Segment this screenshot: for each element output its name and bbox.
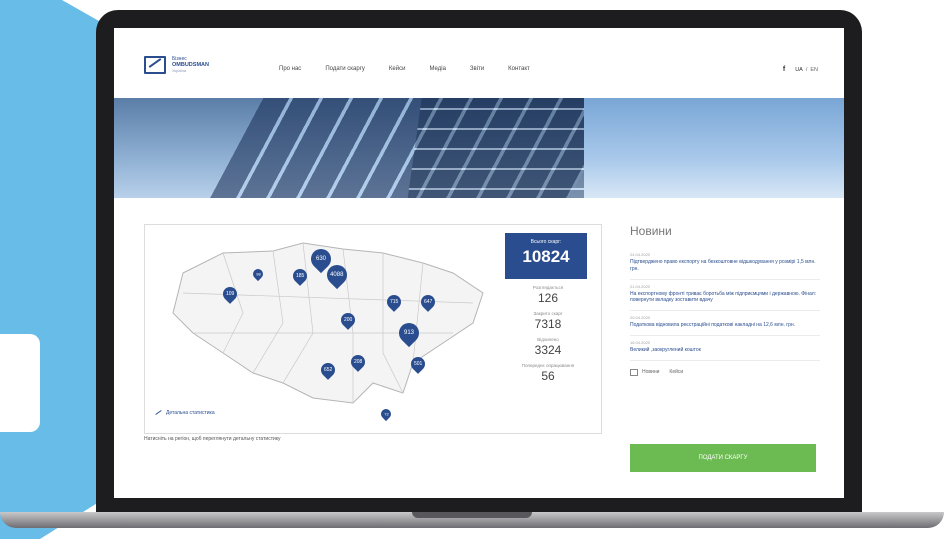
detailed-statistics-link[interactable]: Детальна статистика	[155, 409, 215, 416]
site-header: Бізнес OMBUDSMAN Україна Про нас Подати …	[114, 28, 844, 98]
news-date: 20.04.2020	[630, 315, 651, 320]
news-text[interactable]: Підтверджено право експорту на безкоштов…	[630, 259, 820, 273]
banner-glass-facade-2	[406, 98, 602, 198]
news-text[interactable]: На експортному фронті триває боротьба мі…	[630, 291, 820, 305]
news-text[interactable]: Податкова відновила реєстраційні податко…	[630, 322, 820, 329]
submit-complaint-button[interactable]: ПОДАТИ СКАРГУ	[630, 444, 816, 472]
stat-label: Закрито скарг	[533, 311, 563, 316]
language-switcher: f UA / EN	[783, 66, 818, 73]
logo-arrow-icon	[144, 56, 166, 74]
news-section: Новини 24.04.2020 Підтверджено право екс…	[630, 224, 820, 376]
nav-item-reports[interactable]: Звіти	[470, 66, 484, 72]
stat-label: Попереднє опрацювання	[521, 363, 575, 368]
stat-item: Попереднє опрацювання 56	[505, 363, 591, 383]
total-value: 10824	[522, 247, 570, 266]
details-link-label: Детальна статистика	[166, 409, 215, 416]
stat-label: Розглядається	[532, 285, 564, 290]
stat-item: Закрито скарг 7318	[505, 311, 591, 331]
facebook-icon[interactable]: f	[783, 66, 785, 73]
total-complaints-box: Всього скарг: 10824	[505, 233, 587, 279]
logo-line-3: Україна	[172, 68, 187, 74]
news-item[interactable]: 20.04.2020 Податкова відновила реєстраці…	[630, 311, 820, 336]
nav-item-contact[interactable]: Контакт	[508, 66, 530, 72]
stat-value: 126	[537, 291, 559, 305]
stat-item: Відхилено 3324	[505, 337, 591, 357]
lang-uk[interactable]: UA	[795, 67, 803, 73]
statistics-map-panel: 630 185 4088 98 109 715 647 200 913 208 …	[144, 224, 602, 434]
news-text[interactable]: Великий ,заокруглений кошток	[630, 347, 820, 354]
lang-separator: /	[805, 66, 808, 73]
news-date: 21.04.2020	[630, 283, 651, 289]
stat-value: 7318	[534, 317, 562, 331]
filter-icon	[630, 368, 638, 376]
news-date: 24.04.2020	[630, 252, 651, 257]
news-date: 16.04.2020	[630, 339, 651, 345]
nav-item-submit-complaint[interactable]: Подати скаргу	[325, 66, 365, 72]
trend-arrow-icon	[155, 409, 162, 416]
main-nav: Про нас Подати скаргу Кейси Медіа Звіти …	[279, 66, 554, 72]
stat-item: Розглядається 126	[505, 285, 591, 305]
logo-text: Бізнес OMBUDSMAN Україна	[172, 55, 209, 74]
logo-line-1: Бізнес	[172, 55, 187, 62]
filter-news[interactable]: Новини	[642, 369, 659, 375]
stat-value: 56	[541, 369, 555, 383]
banner-sky	[584, 98, 844, 198]
news-item[interactable]: 16.04.2020 Великий ,заокруглений кошток	[630, 336, 820, 361]
news-item[interactable]: 21.04.2020 На експортному фронті триває …	[630, 280, 820, 311]
filter-cases[interactable]: Кейси	[669, 369, 683, 375]
stat-label: Відхилено	[537, 337, 559, 342]
news-item[interactable]: 24.04.2020 Підтверджено право експорту н…	[630, 248, 820, 280]
side-card	[0, 334, 40, 432]
total-label: Всього скарг:	[530, 239, 562, 245]
news-heading: Новини	[630, 224, 672, 238]
site-logo[interactable]: Бізнес OMBUDSMAN Україна	[144, 56, 209, 74]
hero-banner	[114, 98, 844, 198]
nav-item-media[interactable]: Медіа	[429, 66, 445, 72]
stat-value: 3324	[534, 343, 562, 357]
map-hint-text: Натисніть на регіон, щоб переглянути дет…	[144, 436, 281, 442]
stats-column: Всього скарг: 10824 Розглядається 126 За…	[505, 233, 591, 425]
laptop-notch	[412, 512, 532, 518]
laptop-screen: Бізнес OMBUDSMAN Україна Про нас Подати …	[114, 28, 844, 498]
nav-item-cases[interactable]: Кейси	[389, 66, 406, 72]
news-filters: Новини Кейси	[630, 368, 820, 376]
lang-en[interactable]: EN	[810, 67, 818, 73]
nav-item-about[interactable]: Про нас	[279, 66, 301, 72]
